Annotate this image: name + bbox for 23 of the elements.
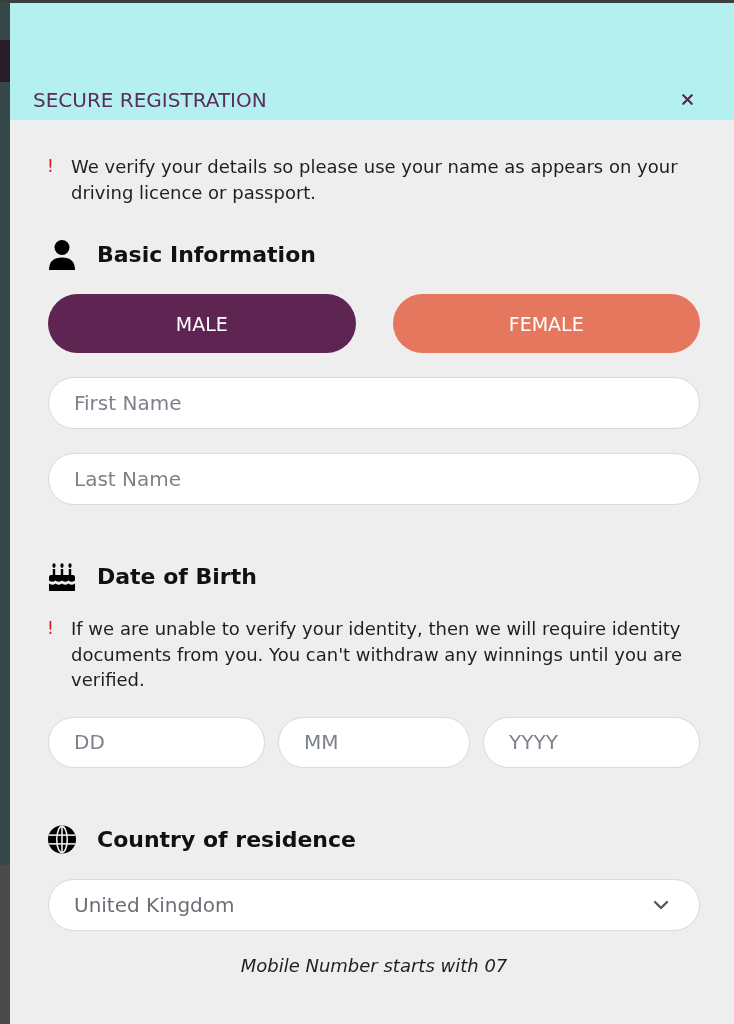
gender-button[interactable]: MALE xyxy=(48,294,356,353)
section-heading: Basic Information xyxy=(97,241,316,269)
alert-symbol: ! xyxy=(47,617,55,640)
name-input-field[interactable]: First Name xyxy=(48,377,700,429)
date-input-field[interactable]: MM xyxy=(278,716,470,768)
name-input-field[interactable]: Last Name xyxy=(48,453,700,505)
country-select[interactable]: United Kingdom xyxy=(48,878,700,931)
dialog-title: SECURE REGISTRATION xyxy=(33,88,267,112)
date-input-field[interactable]: DD xyxy=(48,716,265,768)
close-button[interactable] xyxy=(679,91,696,108)
gender-button[interactable]: FEMALE xyxy=(392,294,700,353)
section-heading: Country of residence xyxy=(97,825,356,854)
close-icon xyxy=(679,91,696,108)
person-icon xyxy=(48,240,76,270)
hint-text: Mobile Number starts with 07 xyxy=(239,954,509,977)
section-heading: Date of Birth xyxy=(97,563,257,591)
notice-text: If we are unable to verify your identity, then we will require identity documents from you. You can't withdraw any winnings until you are verified. xyxy=(71,617,684,692)
cake-icon xyxy=(48,563,76,591)
date-input-field[interactable]: YYYY xyxy=(483,716,700,768)
notice-text: We verify your details so please use your name as appears on your driving licence or passport. xyxy=(71,155,679,205)
globe-icon xyxy=(48,823,76,856)
backdrop-panel xyxy=(0,40,10,82)
alert-symbol: ! xyxy=(47,155,55,178)
